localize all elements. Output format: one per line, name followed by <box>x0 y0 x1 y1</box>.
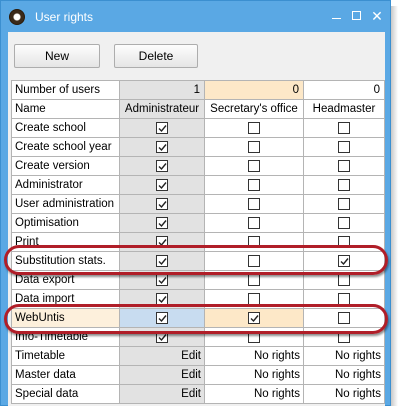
close-icon: ✕ <box>371 8 383 24</box>
right-value-cell[interactable]: No rights <box>205 347 304 366</box>
count-cell[interactable]: 0 <box>304 81 385 100</box>
right-value-cell[interactable]: No rights <box>304 347 385 366</box>
checked-checkbox[interactable] <box>156 179 168 191</box>
checked-checkbox[interactable] <box>156 217 168 229</box>
right-label: Administrator <box>12 176 120 195</box>
checked-checkbox[interactable] <box>156 274 168 286</box>
count-row: Number of users 1 0 0 <box>12 81 385 100</box>
close-button[interactable]: ✕ <box>366 6 388 26</box>
checked-checkbox[interactable] <box>156 160 168 172</box>
rights-row: Timetable Edit No rights No rights <box>12 347 385 366</box>
right-value-cell[interactable]: No rights <box>205 366 304 385</box>
window-title: User rights <box>35 10 94 24</box>
unchecked-checkbox[interactable] <box>248 274 260 286</box>
header-row: Name Administrateur Secretary's office H… <box>12 100 385 119</box>
count-label: Number of users <box>12 81 120 100</box>
new-button[interactable]: New <box>14 44 100 68</box>
minimize-button[interactable] <box>326 6 348 26</box>
rights-row: Create version <box>12 157 385 176</box>
unchecked-checkbox[interactable] <box>338 274 350 286</box>
right-cell <box>120 157 205 176</box>
rights-row: Optimisation <box>12 214 385 233</box>
right-cell <box>205 214 304 233</box>
rights-row: Create school year <box>12 138 385 157</box>
window-shadow <box>391 6 398 406</box>
unchecked-checkbox[interactable] <box>248 141 260 153</box>
client-area: New Delete Number of users 1 0 0 Name Ad… <box>8 32 385 406</box>
right-cell <box>120 138 205 157</box>
right-cell <box>120 119 205 138</box>
right-cell <box>205 157 304 176</box>
checked-checkbox[interactable] <box>156 122 168 134</box>
maximize-button[interactable] <box>346 6 368 26</box>
unchecked-checkbox[interactable] <box>338 179 350 191</box>
rights-row: Master data Edit No rights No rights <box>12 366 385 385</box>
title-bar[interactable]: User rights ✕ <box>1 1 390 32</box>
right-label: Special data <box>12 385 120 404</box>
highlight-oval-substitution <box>4 245 388 275</box>
right-label: Create school <box>12 119 120 138</box>
right-value-cell[interactable]: No rights <box>304 385 385 404</box>
right-cell <box>304 195 385 214</box>
right-cell <box>120 214 205 233</box>
delete-button[interactable]: Delete <box>114 44 198 68</box>
rights-row: Create school <box>12 119 385 138</box>
right-cell <box>205 119 304 138</box>
right-cell <box>304 138 385 157</box>
unchecked-checkbox[interactable] <box>248 198 260 210</box>
app-clock-icon <box>9 9 25 25</box>
unchecked-checkbox[interactable] <box>338 198 350 210</box>
group-header[interactable]: Administrateur <box>120 100 205 119</box>
right-label: User administration <box>12 195 120 214</box>
group-header[interactable]: Headmaster <box>304 100 385 119</box>
unchecked-checkbox[interactable] <box>338 122 350 134</box>
checked-checkbox[interactable] <box>156 141 168 153</box>
unchecked-checkbox[interactable] <box>248 179 260 191</box>
unchecked-checkbox[interactable] <box>248 160 260 172</box>
user-rights-grid: Number of users 1 0 0 Name Administrateu… <box>11 80 385 404</box>
rights-row: Administrator <box>12 176 385 195</box>
count-cell[interactable]: 0 <box>205 81 304 100</box>
right-cell <box>205 138 304 157</box>
right-value-cell[interactable]: No rights <box>304 366 385 385</box>
count-cell[interactable]: 1 <box>120 81 205 100</box>
right-cell <box>120 195 205 214</box>
right-cell <box>304 157 385 176</box>
minimize-icon <box>332 18 341 19</box>
unchecked-checkbox[interactable] <box>338 141 350 153</box>
right-label: Master data <box>12 366 120 385</box>
unchecked-checkbox[interactable] <box>338 217 350 229</box>
rights-row: Special data Edit No rights No rights <box>12 385 385 404</box>
unchecked-checkbox[interactable] <box>248 122 260 134</box>
maximize-icon <box>352 11 361 20</box>
right-cell <box>205 195 304 214</box>
name-header: Name <box>12 100 120 119</box>
right-label: Timetable <box>12 347 120 366</box>
right-cell <box>304 119 385 138</box>
right-cell <box>304 176 385 195</box>
right-label: Optimisation <box>12 214 120 233</box>
unchecked-checkbox[interactable] <box>338 160 350 172</box>
checked-checkbox[interactable] <box>156 198 168 210</box>
right-value-cell[interactable]: Edit <box>120 366 205 385</box>
right-cell <box>120 176 205 195</box>
unchecked-checkbox[interactable] <box>248 217 260 229</box>
user-rights-window: User rights ✕ New Delete Number of users… <box>0 0 391 406</box>
right-value-cell[interactable]: Edit <box>120 347 205 366</box>
right-cell <box>304 214 385 233</box>
rights-row: User administration <box>12 195 385 214</box>
right-value-cell[interactable]: No rights <box>205 385 304 404</box>
highlight-oval-webuntis <box>4 304 388 334</box>
right-label: Create version <box>12 157 120 176</box>
group-header[interactable]: Secretary's office <box>205 100 304 119</box>
right-value-cell[interactable]: Edit <box>120 385 205 404</box>
right-cell <box>205 176 304 195</box>
right-label: Create school year <box>12 138 120 157</box>
